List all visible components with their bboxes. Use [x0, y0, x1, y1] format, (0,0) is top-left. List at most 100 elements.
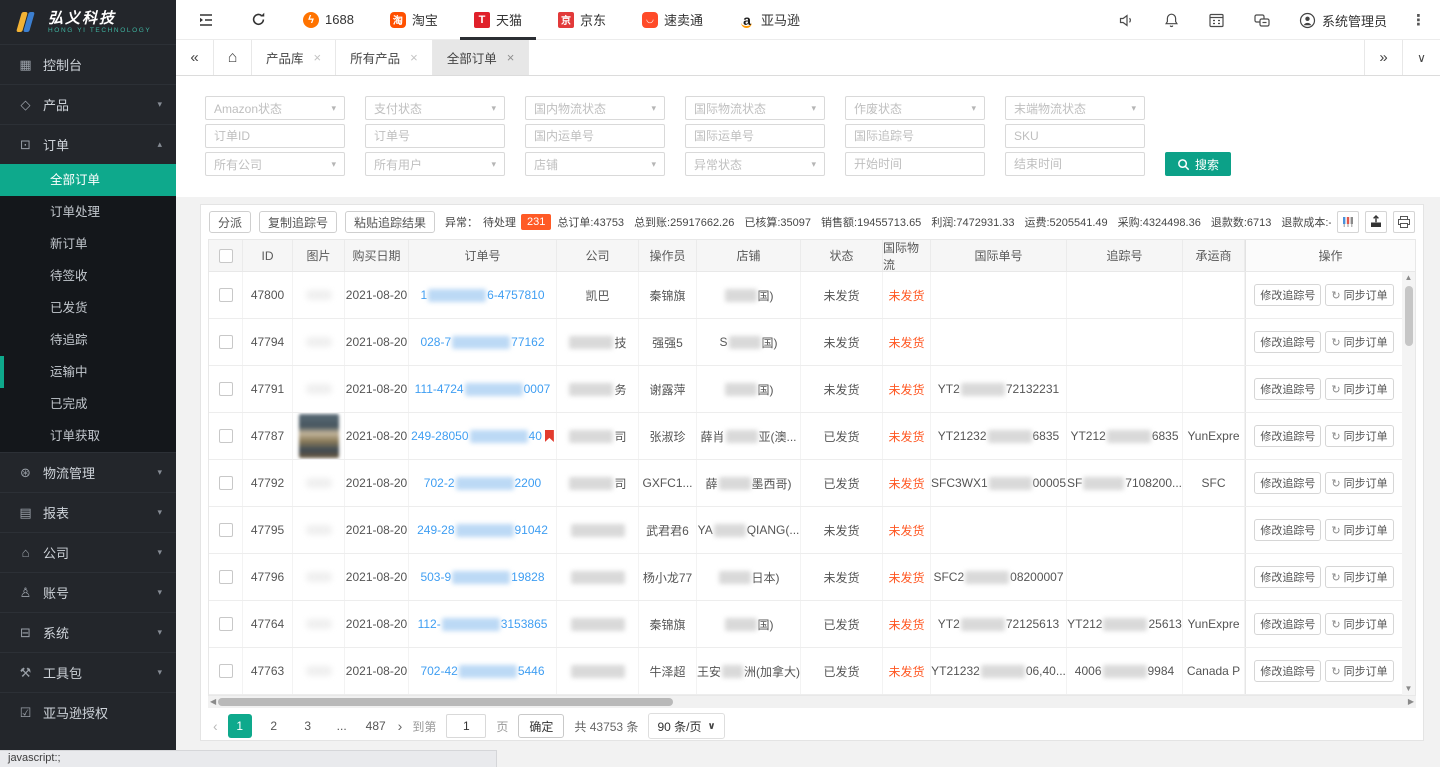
toolbar-button[interactable]: 分派 — [209, 211, 251, 233]
sync-order-button[interactable]: ↻同步订单 — [1325, 566, 1393, 588]
horizontal-scroll-thumb[interactable] — [218, 698, 673, 706]
sidebar-subitem[interactable]: 新订单 — [0, 228, 176, 260]
sidebar-item[interactable]: ⚒工具包▾ — [0, 652, 176, 692]
close-icon[interactable]: × — [314, 50, 322, 65]
goto-page-input[interactable] — [446, 714, 486, 738]
filter-input[interactable] — [845, 152, 985, 176]
scroll-down-icon[interactable]: ▼ — [1405, 683, 1413, 695]
order-number-link[interactable]: 702-425446 — [420, 664, 544, 678]
row-checkbox[interactable] — [219, 476, 233, 490]
tabs-scroll-left-icon[interactable]: « — [176, 40, 214, 75]
order-number-link[interactable]: 249-2805040 — [411, 429, 554, 443]
page-number[interactable]: 3 — [296, 714, 320, 738]
marketplace-tab[interactable]: 京京东 — [558, 0, 606, 40]
order-number-link[interactable]: 702-22200 — [424, 476, 541, 490]
workspace-tab[interactable]: 全部订单× — [433, 40, 530, 75]
next-page-icon[interactable]: › — [398, 718, 403, 734]
export-button[interactable] — [1365, 211, 1387, 233]
page-number[interactable]: 2 — [262, 714, 286, 738]
select-all-checkbox[interactable] — [219, 249, 233, 263]
toolbar-button[interactable]: 复制追踪号 — [259, 211, 337, 233]
filter-select[interactable]: 所有用户▾ — [365, 152, 505, 176]
marketplace-tab[interactable]: ϟ1688 — [303, 0, 354, 40]
close-icon[interactable]: × — [507, 50, 515, 65]
vertical-scrollbar[interactable]: ▲ ▼ — [1402, 272, 1415, 695]
page-number[interactable]: 487 — [364, 714, 388, 738]
sidebar-subitem[interactable]: 待签收 — [0, 260, 176, 292]
print-button[interactable] — [1393, 211, 1415, 233]
filter-select[interactable]: 作废状态▾ — [845, 96, 985, 120]
page-number[interactable]: 1 — [228, 714, 252, 738]
sync-order-button[interactable]: ↻同步订单 — [1325, 331, 1393, 353]
sidebar-subitem[interactable]: 订单处理 — [0, 196, 176, 228]
page-number[interactable]: ... — [330, 714, 354, 738]
sync-order-button[interactable]: ↻同步订单 — [1325, 519, 1393, 541]
sidebar-item[interactable]: ♙账号▾ — [0, 572, 176, 612]
sync-order-button[interactable]: ↻同步订单 — [1325, 425, 1393, 447]
marketplace-tab[interactable]: 淘淘宝 — [390, 0, 438, 40]
sidebar-subitem[interactable]: 全部订单 — [0, 164, 176, 196]
sidebar-subitem[interactable]: 已完成 — [0, 388, 176, 420]
filter-input[interactable] — [1005, 124, 1145, 148]
filter-input[interactable] — [365, 124, 505, 148]
row-checkbox[interactable] — [219, 429, 233, 443]
filter-input[interactable] — [685, 124, 825, 148]
sidebar-item[interactable]: ▦控制台 — [0, 44, 176, 84]
sync-order-button[interactable]: ↻同步订单 — [1325, 613, 1393, 635]
column-settings-button[interactable] — [1337, 211, 1359, 233]
order-number-link[interactable]: 16-4757810 — [420, 288, 544, 302]
sidebar-subitem[interactable]: 待追踪 — [0, 324, 176, 356]
sidebar-item[interactable]: ◇产品▾ — [0, 84, 176, 124]
scroll-right-icon[interactable]: ▶ — [1408, 696, 1414, 708]
order-number-link[interactable]: 249-2891042 — [417, 523, 548, 537]
scroll-left-icon[interactable]: ◀ — [210, 696, 216, 708]
edit-tracking-button[interactable]: 修改追踪号 — [1254, 660, 1321, 682]
notification-bell-icon[interactable] — [1163, 12, 1180, 29]
marketplace-tab[interactable]: T天猫 — [474, 0, 522, 40]
sidebar-subitem[interactable]: 运输中 — [0, 356, 176, 388]
refresh-icon[interactable] — [250, 11, 267, 28]
order-number-link[interactable]: 111-47240007 — [415, 382, 551, 396]
sync-order-button[interactable]: ↻同步订单 — [1325, 660, 1393, 682]
sidebar-item[interactable]: ⌂公司▾ — [0, 532, 176, 572]
sidebar-subitem[interactable]: 已发货 — [0, 292, 176, 324]
prev-page-icon[interactable]: ‹ — [213, 718, 218, 734]
row-checkbox[interactable] — [219, 523, 233, 537]
sync-order-button[interactable]: ↻同步订单 — [1325, 284, 1393, 306]
edit-tracking-button[interactable]: 修改追踪号 — [1254, 331, 1321, 353]
filter-select[interactable]: 异常状态▾ — [685, 152, 825, 176]
order-number-link[interactable]: 112-3153865 — [418, 617, 548, 631]
search-button[interactable]: 搜索 — [1165, 152, 1231, 176]
sidebar-subitem[interactable]: 订单获取 — [0, 420, 176, 452]
more-options-icon[interactable]: ⋮ — [1411, 11, 1426, 29]
edit-tracking-button[interactable]: 修改追踪号 — [1254, 519, 1321, 541]
toolbar-button[interactable]: 粘贴追踪结果 — [345, 211, 435, 233]
filter-input[interactable] — [525, 124, 665, 148]
sidebar-item[interactable]: ⊟系统▾ — [0, 612, 176, 652]
row-checkbox[interactable] — [219, 335, 233, 349]
row-checkbox[interactable] — [219, 570, 233, 584]
edit-tracking-button[interactable]: 修改追踪号 — [1254, 284, 1321, 306]
row-checkbox[interactable] — [219, 617, 233, 631]
filter-input[interactable] — [205, 124, 345, 148]
row-checkbox[interactable] — [219, 382, 233, 396]
marketplace-tab[interactable]: ◡速卖通 — [642, 0, 703, 40]
edit-tracking-button[interactable]: 修改追踪号 — [1254, 378, 1321, 400]
filter-select[interactable]: 店铺▾ — [525, 152, 665, 176]
scroll-up-icon[interactable]: ▲ — [1405, 272, 1413, 284]
vertical-scroll-thumb[interactable] — [1405, 286, 1413, 346]
row-checkbox[interactable] — [219, 288, 233, 302]
horizontal-scrollbar[interactable]: ◀ ▶ — [208, 696, 1416, 708]
filter-input[interactable] — [845, 124, 985, 148]
sidebar-item[interactable]: ⊡订单▴ — [0, 124, 176, 164]
edit-tracking-button[interactable]: 修改追踪号 — [1254, 566, 1321, 588]
filter-select[interactable]: Amazon状态▾ — [205, 96, 345, 120]
switch-account-icon[interactable] — [1253, 12, 1271, 29]
order-number-link[interactable]: 028-777162 — [420, 335, 544, 349]
collapse-sidebar-icon[interactable] — [198, 12, 214, 28]
edit-tracking-button[interactable]: 修改追踪号 — [1254, 613, 1321, 635]
page-size-select[interactable]: 90 条/页∨ — [648, 713, 724, 739]
filter-select[interactable]: 末端物流状态▾ — [1005, 96, 1145, 120]
close-icon[interactable]: × — [410, 50, 418, 65]
workspace-tab[interactable]: 所有产品× — [336, 40, 433, 75]
